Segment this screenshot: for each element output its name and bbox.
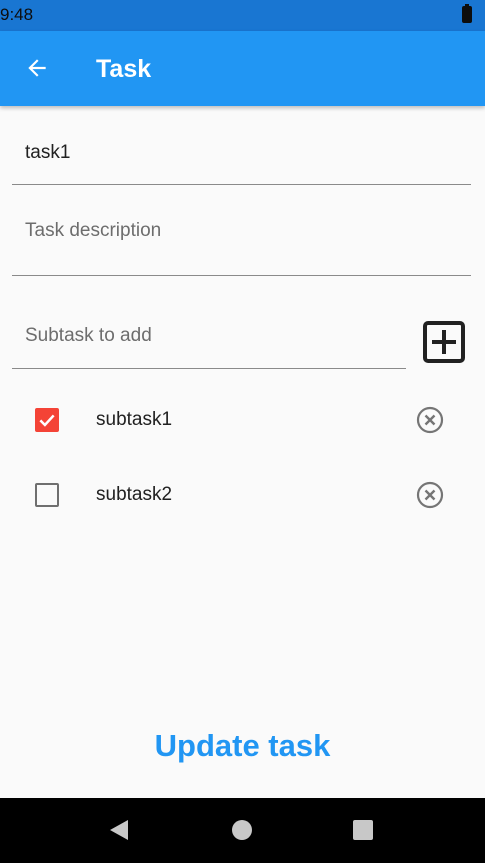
add-subtask-button[interactable] <box>420 318 468 366</box>
task-description-field <box>12 208 471 276</box>
triangle-back-icon <box>110 820 128 840</box>
status-time: 9:48 <box>0 5 34 24</box>
cancel-circle-outline-icon <box>416 406 444 434</box>
battery-icon <box>462 4 472 23</box>
app-bar: Task <box>0 31 485 106</box>
task-description-input[interactable] <box>25 218 455 244</box>
subtask-field <box>12 313 406 369</box>
square-recents-icon <box>353 820 373 840</box>
subtask-label: subtask2 <box>96 484 173 505</box>
nav-back-button[interactable] <box>99 812 139 848</box>
update-task-button[interactable]: Update task <box>100 718 385 774</box>
back-button[interactable] <box>14 45 60 91</box>
remove-subtask-button[interactable] <box>415 480 445 510</box>
circle-home-icon <box>232 820 252 840</box>
nav-recents-button[interactable] <box>343 812 383 848</box>
navigation-bar <box>0 798 485 863</box>
subtask-checkbox[interactable] <box>35 408 59 432</box>
task-title-field <box>12 130 471 185</box>
arrow-back-icon <box>28 59 46 77</box>
cancel-circle-outline-icon <box>416 481 444 509</box>
remove-subtask-button[interactable] <box>415 405 445 435</box>
subtask-label: subtask1 <box>96 409 173 430</box>
nav-home-button[interactable] <box>222 812 262 848</box>
check-icon <box>39 414 55 427</box>
add-box-icon <box>423 321 465 363</box>
subtask-input[interactable] <box>25 323 395 349</box>
status-bar: 9:48 <box>0 0 485 31</box>
list-item: subtask1 <box>0 390 485 450</box>
page-title: Task <box>96 55 152 83</box>
subtask-checkbox[interactable] <box>35 483 59 507</box>
task-title-input[interactable] <box>25 140 455 166</box>
list-item: subtask2 <box>0 465 485 525</box>
